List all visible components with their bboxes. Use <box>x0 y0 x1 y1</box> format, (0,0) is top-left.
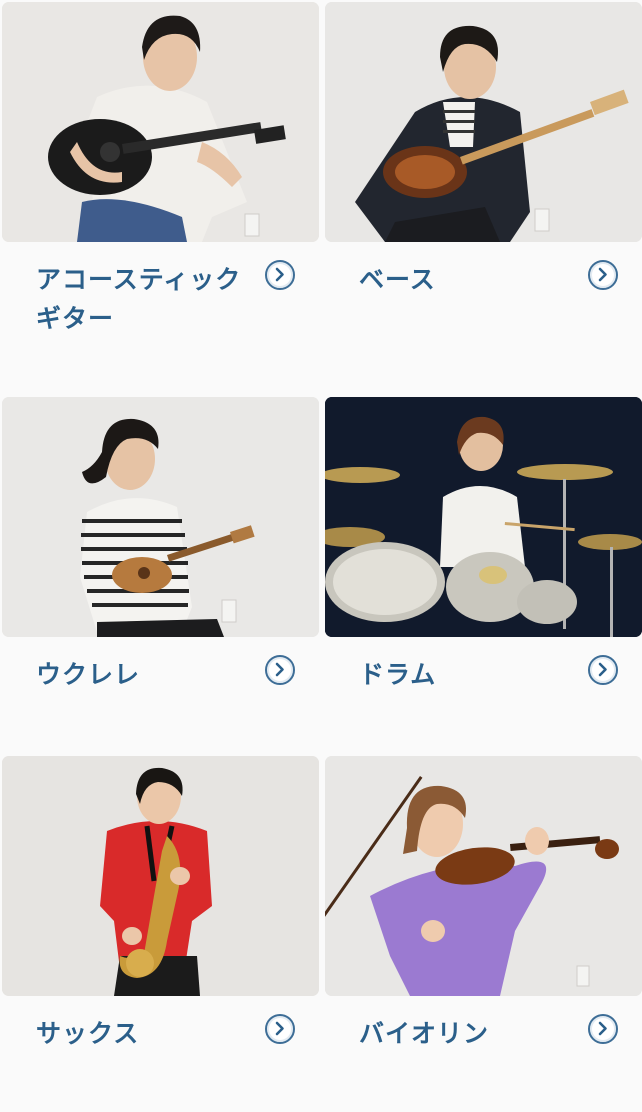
instrument-card-violin[interactable]: バイオリン <box>325 756 642 1111</box>
chevron-right-circle-icon[interactable] <box>265 1014 295 1044</box>
ukulele-photo <box>2 397 319 637</box>
instrument-label: ドラム <box>359 660 437 689</box>
instrument-label: バイオリン <box>359 1019 490 1048</box>
instrument-card-drums[interactable]: ドラム <box>325 397 642 752</box>
instrument-card-bass[interactable]: ベース <box>325 2 642 357</box>
chevron-right-circle-icon[interactable] <box>265 655 295 685</box>
instrument-label: ウクレレ <box>36 660 141 689</box>
instrument-card-acoustic-guitar[interactable]: アコースティック ギター <box>2 2 319 357</box>
chevron-right-circle-icon[interactable] <box>265 260 295 290</box>
saxophone-photo <box>2 756 319 996</box>
instrument-label: ベース <box>359 265 436 294</box>
acoustic-guitar-photo <box>2 2 319 242</box>
instrument-card-ukulele[interactable]: ウクレレ <box>2 397 319 752</box>
instrument-label: アコースティック ギター <box>36 265 242 333</box>
chevron-right-circle-icon[interactable] <box>588 260 618 290</box>
bass-photo <box>325 2 642 242</box>
instrument-card-saxophone[interactable]: サックス <box>2 756 319 1111</box>
violin-photo <box>325 756 642 996</box>
chevron-right-circle-icon[interactable] <box>588 1014 618 1044</box>
instrument-label: サックス <box>36 1019 140 1048</box>
chevron-right-circle-icon[interactable] <box>588 655 618 685</box>
instrument-grid: アコースティック ギター ベース ウクレレ ドラム サックス バイオリン <box>0 0 642 1112</box>
drums-photo <box>325 397 642 637</box>
